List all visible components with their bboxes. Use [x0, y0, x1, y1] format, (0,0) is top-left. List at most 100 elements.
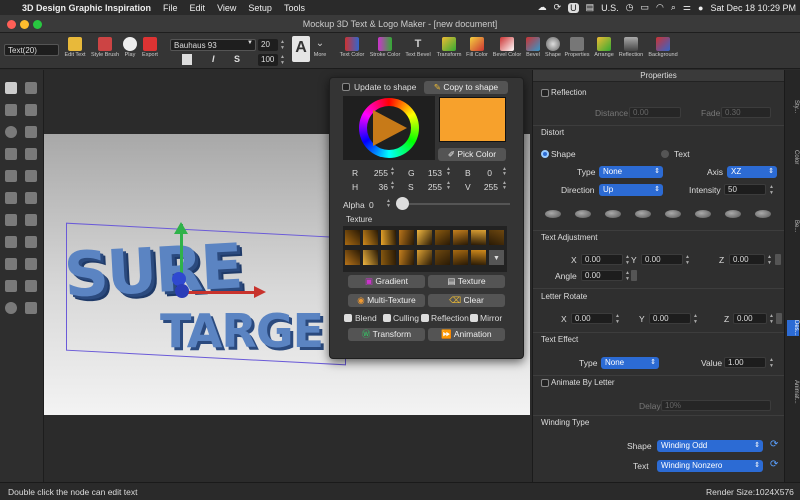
- texture-swatch[interactable]: [398, 229, 415, 246]
- distort-preset-5-icon[interactable]: [665, 210, 681, 218]
- minimize-window-icon[interactable]: [20, 20, 29, 29]
- cloud-icon[interactable]: ☁: [538, 2, 547, 13]
- arrange-button[interactable]: Arrange: [592, 35, 616, 58]
- reflection-button[interactable]: Reflection: [617, 35, 645, 58]
- shield-icon[interactable]: U: [568, 2, 579, 13]
- direction-select[interactable]: Up ⇕: [599, 184, 663, 196]
- style-brush-button[interactable]: Style Brush: [90, 35, 120, 58]
- transform-button[interactable]: Transform: [435, 35, 463, 58]
- saturation-triangle[interactable]: [373, 110, 407, 146]
- distort-preset-8-icon[interactable]: [755, 210, 771, 218]
- card-tool-icon[interactable]: [5, 258, 17, 270]
- adj-z-stepper[interactable]: ▲ ▼: [766, 254, 773, 266]
- intensity-stepper[interactable]: ▲ ▼: [768, 184, 775, 196]
- b-stepper[interactable]: ▲ ▼: [502, 167, 507, 177]
- menu-file[interactable]: File: [157, 3, 184, 13]
- texture-swatch[interactable]: [452, 229, 469, 246]
- alpha-slider-track[interactable]: [396, 203, 510, 205]
- delay-input[interactable]: 10%: [661, 400, 771, 411]
- menubar-datetime[interactable]: Sat Dec 18 10:29 PM: [710, 3, 796, 13]
- adj-x-stepper[interactable]: ▲ ▼: [624, 254, 631, 266]
- g-value[interactable]: 153: [420, 168, 442, 178]
- text-3d-word-sure[interactable]: SURE: [62, 229, 243, 311]
- animation-button[interactable]: ⏩ Animation: [428, 328, 505, 341]
- background-button[interactable]: Background: [646, 35, 680, 58]
- angle-stepper[interactable]: ▲ ▼: [624, 270, 631, 282]
- side-tab-bevel[interactable]: Be...: [787, 220, 799, 232]
- texture-swatch[interactable]: [434, 249, 451, 266]
- color-wheel-area[interactable]: [343, 96, 435, 160]
- bevel-color-button[interactable]: Bevel Color: [492, 35, 522, 58]
- rounded-rect-tool-icon[interactable]: [25, 104, 37, 116]
- rot-x-input[interactable]: 0.00: [571, 313, 613, 324]
- app-menu[interactable]: 3D Design Graphic Inspiration: [16, 3, 157, 13]
- rectangle-tool-icon[interactable]: [5, 104, 17, 116]
- adj-x-input[interactable]: 0.00: [581, 254, 623, 265]
- texture-button[interactable]: ▤ Texture: [428, 275, 505, 288]
- export-button[interactable]: Export: [140, 35, 160, 58]
- rot-z-stepper[interactable]: ▲ ▼: [768, 313, 775, 325]
- distort-preset-2-icon[interactable]: [575, 210, 591, 218]
- gizmo-x-arrow-icon[interactable]: [254, 286, 266, 298]
- angle-lock-icon[interactable]: [631, 270, 637, 281]
- font-select[interactable]: Bauhaus 93: [170, 39, 256, 51]
- properties-button[interactable]: Properties: [563, 35, 591, 58]
- alpha-slider-knob[interactable]: [396, 197, 409, 210]
- siri-icon[interactable]: ●: [698, 3, 703, 13]
- blend-checkbox[interactable]: [344, 314, 352, 322]
- distort-preset-4-icon[interactable]: [635, 210, 651, 218]
- close-window-icon[interactable]: [7, 20, 16, 29]
- axis-select[interactable]: XZ ⇕: [727, 166, 777, 178]
- adj-y-stepper[interactable]: ▲ ▼: [684, 254, 691, 266]
- distort-preset-3-icon[interactable]: [605, 210, 621, 218]
- fill-color-button[interactable]: Fill Color: [465, 35, 489, 58]
- texture-swatch[interactable]: [344, 229, 361, 246]
- cone-tool-icon[interactable]: [5, 280, 17, 292]
- texture-swatch[interactable]: [398, 249, 415, 266]
- reflection-checkbox[interactable]: [421, 314, 429, 322]
- locale-indicator[interactable]: U.S.: [601, 3, 619, 13]
- cylinder-tool-icon[interactable]: [25, 258, 37, 270]
- texture-more-icon[interactable]: ▼: [488, 249, 505, 266]
- font-dropdown-icon[interactable]: ▼: [247, 40, 253, 46]
- winding-shape-refresh-icon[interactable]: ⟳: [770, 439, 778, 450]
- s-stepper[interactable]: ▲ ▼: [446, 181, 451, 191]
- adj-y-input[interactable]: 0.00: [641, 254, 683, 265]
- node-select[interactable]: Text(20): [4, 44, 59, 56]
- menu-setup[interactable]: Setup: [242, 3, 278, 13]
- rot-y-input[interactable]: 0.00: [649, 313, 691, 324]
- torus-tool-icon[interactable]: [5, 302, 17, 314]
- texture-swatch[interactable]: [362, 249, 379, 266]
- texture-swatch[interactable]: [416, 249, 433, 266]
- g-stepper[interactable]: ▲ ▼: [446, 167, 451, 177]
- distort-preset-1-icon[interactable]: [545, 210, 561, 218]
- search-icon[interactable]: ⌕: [671, 2, 676, 13]
- mirror-checkbox[interactable]: [470, 314, 478, 322]
- panel-tool-icon[interactable]: [5, 236, 17, 248]
- more-button[interactable]: ⌄ More: [312, 35, 328, 58]
- text-bevel-button[interactable]: T Text Bevel: [404, 35, 432, 58]
- control-center-icon[interactable]: ⚌: [683, 2, 691, 13]
- distort-type-select[interactable]: None ⇕: [599, 166, 663, 178]
- effect-value-stepper[interactable]: ▲ ▼: [768, 357, 775, 369]
- shape-tool-icon[interactable]: [25, 148, 37, 160]
- v-value[interactable]: 255: [478, 182, 498, 192]
- pen-tool-icon[interactable]: [5, 170, 17, 182]
- distort-text-radio[interactable]: [661, 150, 669, 158]
- clock-icon[interactable]: ◷: [626, 2, 634, 13]
- spacing-stepper[interactable]: ▲ ▼: [280, 54, 285, 66]
- text-tool-icon[interactable]: [25, 170, 37, 182]
- copy-to-shape-button[interactable]: ✎ Copy to shape: [424, 81, 508, 94]
- transform-popover-button[interactable]: Ⓦ Transform: [348, 328, 425, 341]
- texture-swatch[interactable]: [470, 229, 487, 246]
- box-tool-icon[interactable]: [25, 214, 37, 226]
- texture-swatch[interactable]: [380, 249, 397, 266]
- font-size-stepper[interactable]: ▲ ▼: [280, 39, 285, 51]
- zoom-window-icon[interactable]: [33, 20, 42, 29]
- star-tool-icon[interactable]: [25, 126, 37, 138]
- rot-z-input[interactable]: 0.00: [733, 313, 767, 324]
- reflection-enable-checkbox[interactable]: [541, 89, 549, 97]
- battery-icon[interactable]: ▭: [641, 2, 650, 13]
- shape-button[interactable]: Shape: [544, 35, 562, 58]
- menu-view[interactable]: View: [211, 3, 242, 13]
